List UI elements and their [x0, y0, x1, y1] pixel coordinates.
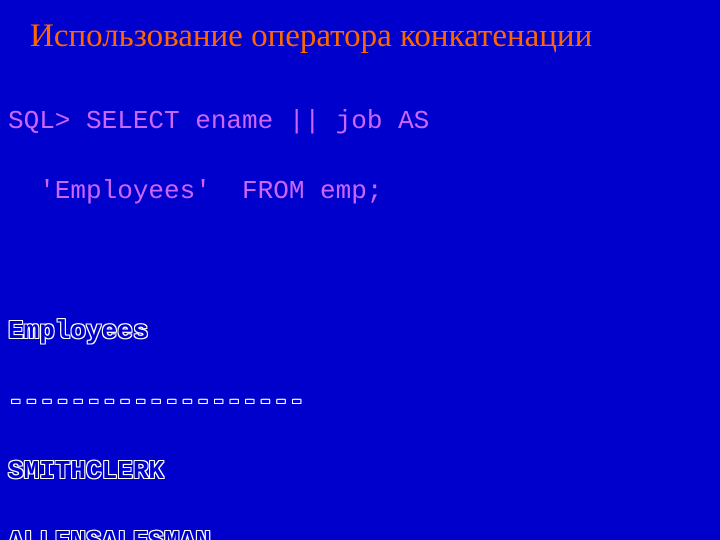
- sql-line-1: SQL> SELECT ename || job AS: [8, 104, 700, 139]
- result-row: ALLENSALESMAN: [8, 524, 700, 540]
- result-row: SMITHCLERK: [8, 454, 700, 489]
- blank-line: [8, 244, 700, 278]
- slide-title: Использование оператора конкатенации: [30, 18, 700, 55]
- result-divider: -------------------: [8, 384, 700, 419]
- result-header: Employees: [8, 314, 700, 349]
- code-block: SQL> SELECT ename || job AS 'Employees' …: [8, 69, 700, 540]
- sql-line-2: 'Employees' FROM emp;: [8, 174, 700, 209]
- slide: Использование оператора конкатенации SQL…: [0, 0, 720, 540]
